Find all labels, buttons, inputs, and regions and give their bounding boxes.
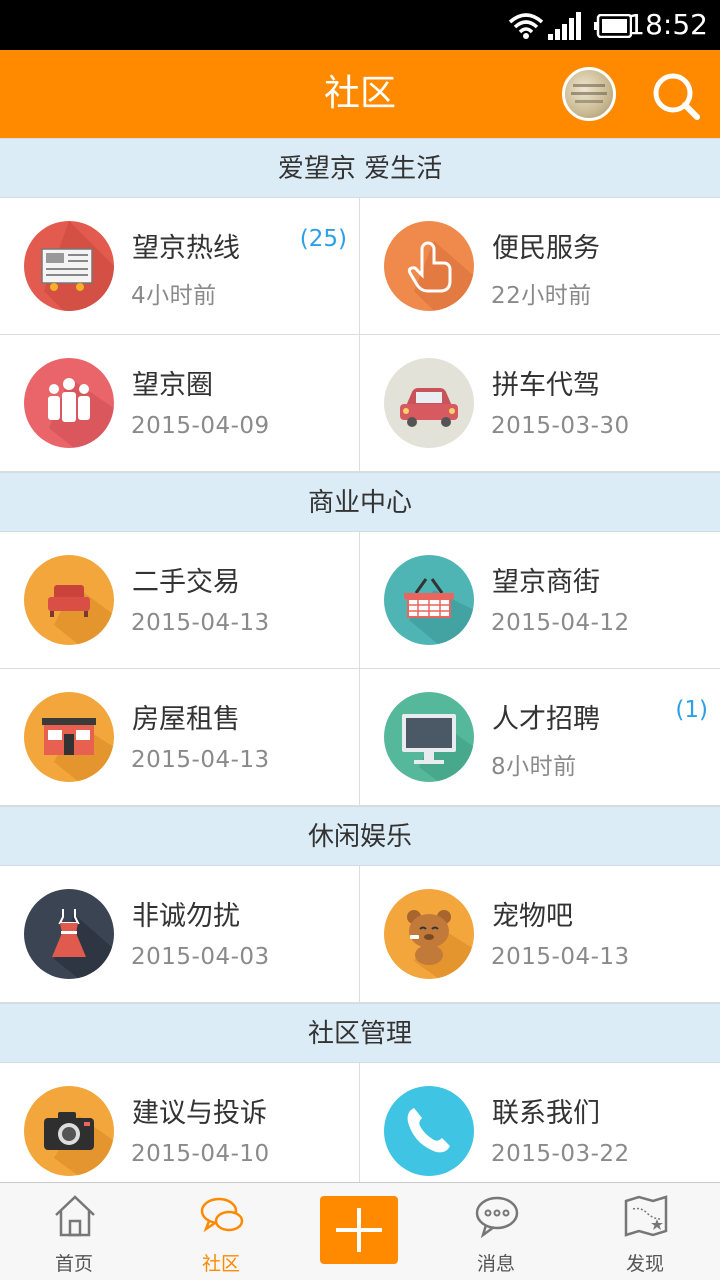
item-title: 便民服务	[492, 233, 600, 264]
item-title: 二手交易	[132, 567, 240, 598]
search-icon[interactable]	[650, 70, 702, 122]
tab-label: 首页	[54, 1253, 93, 1275]
monitor-icon	[384, 692, 474, 782]
item-title: 房屋租售	[132, 704, 240, 735]
tab-community[interactable]: 社区	[161, 1183, 281, 1280]
tab-discover[interactable]: 发现	[585, 1183, 705, 1280]
plus-icon	[336, 1208, 382, 1252]
home-icon	[55, 1195, 95, 1237]
section-header: 商业中心	[0, 472, 720, 532]
item-title: 非诚勿扰	[132, 901, 240, 932]
chat-bubbles-icon	[200, 1197, 244, 1233]
app-bar: 社区	[0, 50, 720, 138]
item-time: 2015-04-13	[131, 610, 270, 636]
item-time: 2015-03-30	[491, 413, 630, 439]
grid-row: 望京热线 4小时前 (25) 便民服务 22小时前	[0, 198, 720, 335]
item-time: 4小时前	[131, 283, 217, 309]
phone-icon	[384, 1086, 474, 1176]
item-time: 2015-04-09	[131, 413, 270, 439]
unread-badge: (1)	[675, 697, 708, 723]
grid-item-pets[interactable]: 宠物吧 2015-04-13	[360, 866, 720, 1002]
hand-tap-icon	[384, 221, 474, 311]
item-title: 联系我们	[492, 1098, 600, 1129]
grid-item-dating[interactable]: 非诚勿扰 2015-04-03	[0, 866, 360, 1002]
signal-icon	[548, 12, 581, 40]
item-time: 2015-04-10	[131, 1141, 270, 1167]
wifi-icon	[508, 13, 544, 39]
item-time: 22小时前	[491, 283, 592, 309]
tab-label: 发现	[625, 1253, 664, 1275]
item-time: 2015-03-22	[491, 1141, 630, 1167]
unread-badge: (25)	[299, 226, 347, 252]
grid-item-secondhand[interactable]: 二手交易 2015-04-13	[0, 532, 360, 668]
item-time: 2015-04-12	[491, 610, 630, 636]
item-time: 8小时前	[491, 754, 577, 780]
basket-icon	[384, 555, 474, 645]
tab-label: 社区	[201, 1253, 240, 1275]
message-icon	[475, 1196, 519, 1239]
pet-icon	[384, 889, 474, 979]
bottom-nav: 首页 社区 消息 发现	[0, 1182, 720, 1280]
item-title: 人才招聘	[492, 704, 600, 735]
item-time: 2015-04-13	[131, 747, 270, 773]
sofa-icon	[24, 555, 114, 645]
grid-item-contact[interactable]: 联系我们 2015-03-22	[360, 1063, 720, 1182]
grid-row: 二手交易 2015-04-13 望京商街 2015-04-12	[0, 532, 720, 669]
map-icon	[624, 1195, 668, 1237]
dress-icon	[24, 889, 114, 979]
section-header: 爱望京 爱生活	[0, 138, 720, 198]
item-time: 2015-04-13	[491, 944, 630, 970]
grid-item-street[interactable]: 望京商街 2015-04-12	[360, 532, 720, 668]
status-bar: 18:52	[0, 0, 720, 50]
item-title: 建议与投诉	[132, 1098, 267, 1129]
car-icon	[384, 358, 474, 448]
item-time: 2015-04-03	[131, 944, 270, 970]
storefront-icon	[24, 692, 114, 782]
avatar[interactable]	[562, 67, 616, 121]
tab-messages[interactable]: 消息	[436, 1183, 556, 1280]
section-header: 社区管理	[0, 1003, 720, 1063]
camera-icon	[24, 1086, 114, 1176]
grid-item-carpool[interactable]: 拼车代驾 2015-03-30	[360, 335, 720, 471]
item-title: 望京热线	[132, 233, 240, 264]
grid-row: 建议与投诉 2015-04-10 联系我们 2015-03-22	[0, 1063, 720, 1182]
add-post-button[interactable]	[320, 1196, 398, 1264]
grid-item-services[interactable]: 便民服务 22小时前	[360, 198, 720, 334]
grid-item-hotline[interactable]: 望京热线 4小时前 (25)	[0, 198, 360, 334]
grid-row: 望京圈 2015-04-09 拼车代驾 2015-03-30	[0, 335, 720, 472]
grid-item-feedback[interactable]: 建议与投诉 2015-04-10	[0, 1063, 360, 1182]
tab-home[interactable]: 首页	[14, 1183, 134, 1280]
battery-icon	[594, 14, 632, 38]
clock: 18:52	[627, 8, 708, 41]
community-grid: 爱望京 爱生活 望京热线 4小时前 (25) 便民服务 22小时前 望京圈 20…	[0, 138, 720, 1182]
grid-item-circle[interactable]: 望京圈 2015-04-09	[0, 335, 360, 471]
grid-row: 非诚勿扰 2015-04-03 宠物吧 2015-04-13	[0, 866, 720, 1003]
grid-item-housing[interactable]: 房屋租售 2015-04-13	[0, 669, 360, 805]
item-title: 宠物吧	[492, 901, 573, 932]
newspaper-icon	[24, 221, 114, 311]
item-title: 望京圈	[132, 370, 213, 401]
section-header: 休闲娱乐	[0, 806, 720, 866]
grid-item-jobs[interactable]: 人才招聘 8小时前 (1)	[360, 669, 720, 805]
item-title: 拼车代驾	[492, 370, 600, 401]
item-title: 望京商街	[492, 567, 600, 598]
tab-label: 消息	[476, 1253, 515, 1275]
people-icon	[24, 358, 114, 448]
grid-row: 房屋租售 2015-04-13 人才招聘 8小时前 (1)	[0, 669, 720, 806]
